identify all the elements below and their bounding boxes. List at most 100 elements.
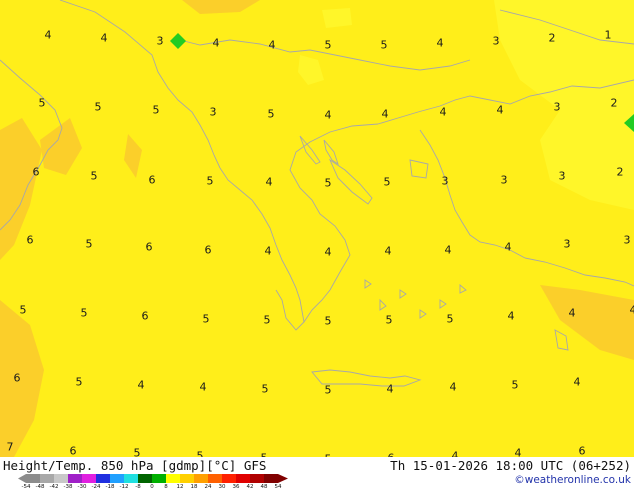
value-label: 4 [138,379,145,392]
value-label: 5 [268,108,275,121]
colorbar-tick: 48 [260,484,268,490]
value-label: 1 [605,29,612,42]
value-label: 6 [33,166,40,179]
value-label: 4 [630,304,634,317]
value-label: 5 [325,177,332,190]
colorbar-segment [82,474,96,483]
value-label: 7 [7,441,14,454]
value-label: 5 [91,170,98,183]
credit-link[interactable]: ©weatheronline.co.uk [514,474,631,486]
value-label: 4 [569,307,576,320]
colorbar-segment [54,474,68,483]
value-label: 3 [493,35,500,48]
colorbar-segment [180,474,194,483]
colorbar-tick: 18 [190,484,198,490]
value-label: 5 [381,39,388,52]
colorbar-segment [236,474,250,483]
value-label: 3 [210,106,217,119]
colorbar-tick: -24 [91,484,101,490]
colorbar-segment [250,474,264,483]
colorbar-segment [264,474,278,483]
value-label: 5 [386,314,393,327]
value-label: 5 [39,97,46,110]
value-label: 5 [95,101,102,114]
colorbar-segment [124,474,138,483]
value-label: 5 [81,307,88,320]
value-label: 5 [134,447,141,458]
value-label: 5 [325,39,332,52]
value-label: 3 [501,174,508,187]
value-label: 2 [549,32,556,45]
value-label: 4 [508,310,515,323]
colorbar-segment [40,474,54,483]
colorbar-tick: -38 [63,484,73,490]
value-label: 5 [86,238,93,251]
value-label: 4 [325,109,332,122]
value-label: 4 [440,106,447,119]
value-label: 4 [101,32,108,45]
value-label: 5 [512,379,519,392]
value-label: 6 [146,241,153,254]
colorbar-tick: 54 [274,484,282,490]
value-label: 4 [387,383,394,396]
colorbar-tick: 24 [204,484,212,490]
colorbar-tick: -8 [135,484,141,490]
value-label: 4 [497,104,504,117]
value-label: 6 [142,310,149,323]
value-label: 4 [505,241,512,254]
temperature-map[interactable]: 4 4 3 4 4 5 5 4 3 2 1 5 5 5 3 5 4 4 4 4 3 2 6 5 6 5 4 5 5 3 3 3 2 6 5 6 6 4 4 4… [0,0,634,457]
value-label: 4 [385,245,392,258]
value-label: 2 [611,97,618,110]
value-label: 5 [325,315,332,328]
colorbar-segment [152,474,166,483]
cool-patch-top [322,8,352,28]
value-label: 5 [264,314,271,327]
value-label: 4 [266,176,273,189]
value-label: 5 [197,450,204,458]
value-label: 5 [262,383,269,396]
value-label: 6 [27,234,34,247]
colorbar-segment [96,474,110,483]
colorbar-tick: -48 [35,484,45,490]
value-label: 4 [382,108,389,121]
value-label: 3 [559,170,566,183]
value-label: 3 [554,101,561,114]
colorbar-segment [68,474,82,483]
value-label: 4 [574,376,581,389]
colorbar-segment [194,474,208,483]
value-label: 5 [325,384,332,397]
value-label: 5 [20,304,27,317]
value-label: 4 [265,245,272,258]
colorbar-tick: 8 [164,484,168,490]
value-label: 3 [442,175,449,188]
value-label: 3 [624,234,631,247]
value-label: 5 [203,313,210,326]
colorbar-tick: -54 [21,484,31,490]
colorbar-segment [208,474,222,483]
colorbar-tick: 12 [176,484,184,490]
colorbar-segment [26,474,40,483]
value-label: 5 [384,176,391,189]
valid-time: Th 15-01-2026 18:00 UTC (06+252) [390,458,631,473]
colorbar-right-arrow [278,474,288,483]
value-label: 4 [200,381,207,394]
colorbar-tick: -18 [105,484,115,490]
colorbar-segment [138,474,152,483]
value-label: 5 [207,175,214,188]
value-label: 4 [452,450,459,458]
map-frame: 4434455432155535444432656545533326566444… [0,0,634,490]
value-label: 4 [325,246,332,259]
colorbar-segment [166,474,180,483]
value-label: 6 [205,244,212,257]
value-label: 5 [153,104,160,117]
value-label: 4 [213,37,220,50]
value-label: 5 [76,376,83,389]
colorbar [18,474,288,483]
value-label: 3 [157,35,164,48]
colorbar-segment [110,474,124,483]
value-label: 6 [149,174,156,187]
colorbar-tick: 36 [232,484,240,490]
colorbar-tick: 30 [218,484,226,490]
value-label: 6 [579,445,586,458]
value-label: 4 [45,29,52,42]
